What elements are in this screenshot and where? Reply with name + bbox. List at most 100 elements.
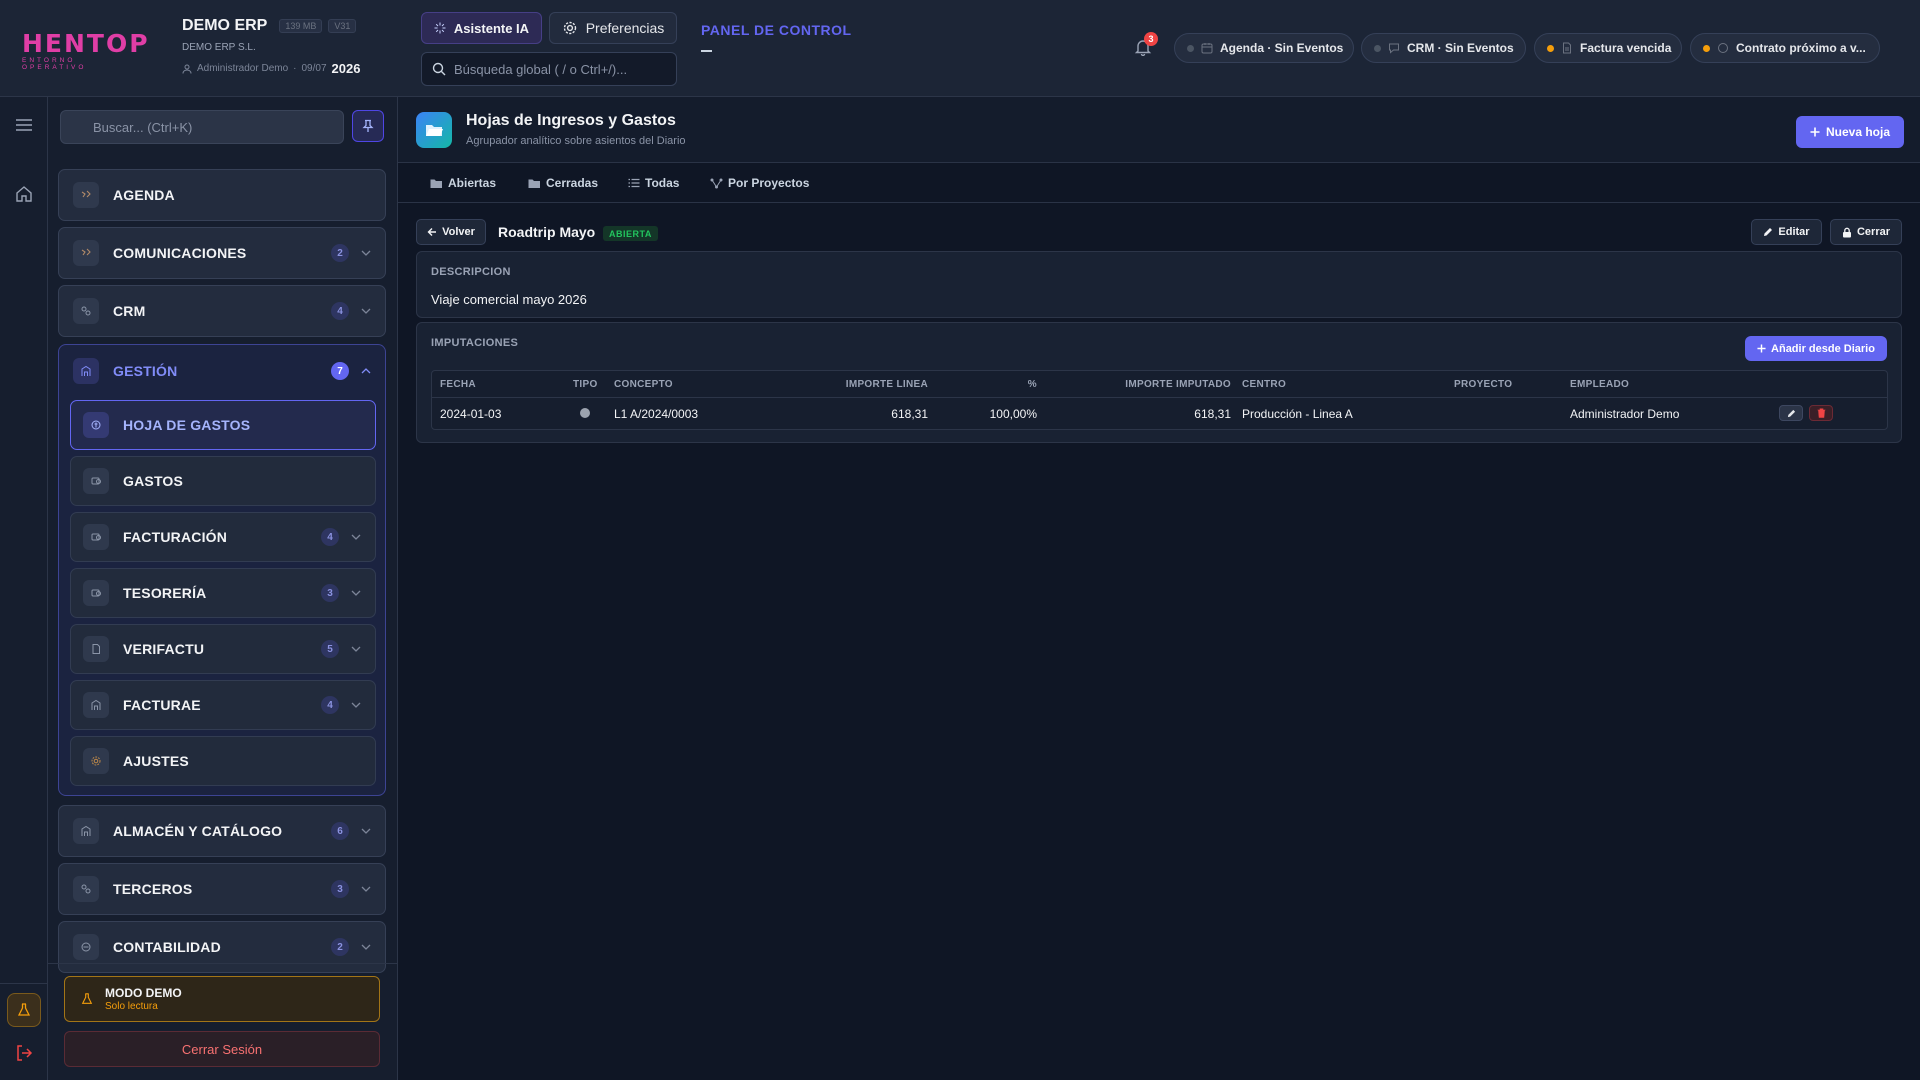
demo-mode-flask-icon[interactable] <box>7 993 41 1027</box>
cell-fecha: 2024-01-03 <box>440 407 502 421</box>
chevron-down-icon <box>361 828 371 834</box>
flask-icon <box>81 993 93 1005</box>
column-header-proyecto[interactable]: PROYECTO <box>1454 379 1512 390</box>
logout-icon[interactable] <box>12 1043 36 1063</box>
sidebar-item-verifactu[interactable]: VERIFACTU 5 <box>70 624 376 674</box>
sidebar-item-terceros[interactable]: TERCEROS 3 <box>58 863 386 915</box>
current-date: 09/07 <box>301 63 327 74</box>
logout-button[interactable]: Cerrar Sesión <box>64 1031 380 1067</box>
accounting-icon <box>73 934 99 960</box>
count-badge: 7 <box>331 362 349 380</box>
treasury-icon <box>83 580 109 606</box>
user-name: Administrador Demo <box>197 63 289 74</box>
sidebar-group-gestion: GESTIÓN 7 HOJA DE GASTOS GASTOS FACTURAC… <box>58 344 386 796</box>
count-badge: 4 <box>321 696 339 714</box>
sidebar-item-agenda[interactable]: AGENDA <box>58 169 386 221</box>
app-logo[interactable]: HENTOP ENTORNO OPERATIVO <box>22 30 148 72</box>
ai-assistant-button[interactable]: Asistente IA <box>421 12 542 44</box>
sidebar-item-facturacion[interactable]: FACTURACIÓN 4 <box>70 512 376 562</box>
count-badge: 3 <box>331 880 349 898</box>
invoice-overdue-pill[interactable]: Factura vencida <box>1534 33 1682 63</box>
status-dot <box>1187 44 1194 52</box>
column-header-tipo[interactable]: TIPO <box>573 379 598 390</box>
menu-toggle-icon[interactable] <box>12 115 36 135</box>
column-header-importe-imputado[interactable]: IMPORTE IMPUTADO <box>1072 379 1231 390</box>
communications-icon <box>73 240 99 266</box>
notifications-badge: 3 <box>1144 32 1158 46</box>
current-year: 2026 <box>331 61 361 76</box>
sidebar-search-input[interactable]: Buscar... (Ctrl+K) <box>60 110 344 144</box>
building-icon <box>73 358 99 384</box>
sidebar-item-tesoreria[interactable]: TESORERÍA 3 <box>70 568 376 618</box>
sidebar-item-hoja-de-gastos[interactable]: HOJA DE GASTOS <box>70 400 376 450</box>
imputaciones-label: IMPUTACIONES <box>431 337 519 349</box>
search-icon <box>432 62 446 76</box>
document-check-icon <box>83 636 109 662</box>
version-chip: V31 <box>328 19 357 33</box>
sidebar-item-gastos[interactable]: GASTOS <box>70 456 376 506</box>
sidebar-item-contabilidad[interactable]: CONTABILIDAD 2 <box>58 921 386 973</box>
count-badge: 3 <box>321 584 339 602</box>
panel-title[interactable]: PANEL DE CONTROL <box>701 22 852 38</box>
company-name: DEMO ERP <box>182 17 268 34</box>
preferences-button[interactable]: Preferencias <box>549 12 677 44</box>
page-title: Hojas de Ingresos y Gastos <box>466 112 676 129</box>
page-header: Hojas de Ingresos y Gastos Agrupador ana… <box>398 97 1920 163</box>
contract-expiring-pill[interactable]: Contrato próximo a v... <box>1690 33 1880 63</box>
tab-abiertas[interactable]: Abiertas <box>430 163 496 203</box>
sidebar-item-facturae[interactable]: FACTURAE 4 <box>70 680 376 730</box>
sidebar-item-crm[interactable]: CRM 4 <box>58 285 386 337</box>
panel-title-underline <box>701 50 712 52</box>
table-row[interactable]: 2024-01-03 L1 A/2024/0003 618,31 100,00%… <box>432 398 1887 429</box>
cell-porcentaje: 100,00% <box>989 407 1037 421</box>
column-header-concepto[interactable]: CONCEPTO <box>614 379 673 390</box>
status-dot <box>1374 44 1381 52</box>
count-badge: 4 <box>321 528 339 546</box>
column-header-importe-linea[interactable]: IMPORTE LINEA <box>802 379 928 390</box>
chevron-down-icon <box>361 944 371 950</box>
column-header-porcentaje[interactable]: % <box>972 379 1037 390</box>
chevron-down-icon <box>351 702 361 708</box>
home-icon[interactable] <box>12 183 36 205</box>
arrow-left-icon <box>427 227 437 237</box>
column-header-fecha[interactable]: FECHA <box>440 379 476 390</box>
chevron-down-icon <box>351 534 361 540</box>
sidebar-item-gestion[interactable]: GESTIÓN 7 <box>59 345 385 397</box>
new-sheet-button[interactable]: Nueva hoja <box>1796 116 1904 148</box>
chevron-down-icon <box>351 590 361 596</box>
memory-chip: 139 MB <box>279 19 323 33</box>
company-info: DEMO ERP 139 MB V31 DEMO ERP S.L. Admini… <box>182 17 392 76</box>
back-button[interactable]: Volver <box>416 219 486 245</box>
cell-centro: Producción - Linea A <box>1242 407 1353 421</box>
agenda-status-pill[interactable]: Agenda · Sin Eventos <box>1174 33 1354 63</box>
folder-icon <box>528 178 541 189</box>
warning-dot <box>1703 44 1710 52</box>
coins-icon <box>83 468 109 494</box>
plus-icon <box>1810 127 1820 137</box>
rail-divider <box>0 983 48 984</box>
column-header-centro[interactable]: CENTRO <box>1242 379 1286 390</box>
sparkle-icon <box>434 22 446 34</box>
lock-icon <box>1842 227 1852 238</box>
delete-row-trash-icon[interactable] <box>1809 405 1833 421</box>
page-subtitle: Agrupador analítico sobre asientos del D… <box>466 135 686 147</box>
edit-button[interactable]: Editar <box>1751 219 1822 245</box>
expense-sheet-icon <box>83 412 109 438</box>
warehouse-icon <box>73 818 99 844</box>
pin-icon[interactable] <box>352 110 384 142</box>
sidebar-item-almacen-catalogo[interactable]: ALMACÉN Y CATÁLOGO 6 <box>58 805 386 857</box>
list-icon <box>628 178 640 188</box>
tab-todas[interactable]: Todas <box>628 163 679 203</box>
count-badge: 2 <box>331 938 349 956</box>
tab-cerradas[interactable]: Cerradas <box>528 163 598 203</box>
sidebar-item-comunicaciones[interactable]: COMUNICACIONES 2 <box>58 227 386 279</box>
sidebar-item-ajustes[interactable]: AJUSTES <box>70 736 376 786</box>
column-header-empleado[interactable]: EMPLEADO <box>1570 379 1629 390</box>
cell-empleado: Administrador Demo <box>1570 407 1680 421</box>
close-sheet-button[interactable]: Cerrar <box>1830 219 1902 245</box>
add-from-journal-button[interactable]: Añadir desde Diario <box>1745 336 1887 361</box>
tab-por-proyectos[interactable]: Por Proyectos <box>710 163 809 203</box>
crm-status-pill[interactable]: CRM · Sin Eventos <box>1361 33 1526 63</box>
global-search-input[interactable]: Búsqueda global ( / o Ctrl+/)... <box>421 52 677 86</box>
edit-row-pencil-icon[interactable] <box>1779 405 1803 421</box>
